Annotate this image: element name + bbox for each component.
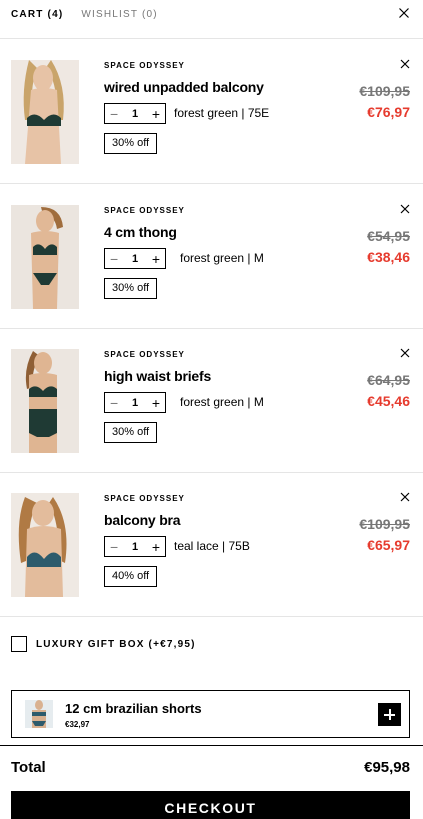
- upsell-image: [25, 700, 53, 728]
- original-price: €64,95: [367, 372, 410, 388]
- cart-tabs: CART (4) WISHLIST (0): [11, 9, 158, 21]
- upsell-price: €32,97: [65, 720, 90, 729]
- add-to-cart-button[interactable]: [378, 703, 401, 726]
- product-image[interactable]: [11, 205, 79, 309]
- quantity-value[interactable]: 1: [132, 397, 138, 409]
- cart-item: SPACE ODYSSEY wired unpadded balcony − 1…: [0, 39, 423, 184]
- divider: [0, 745, 423, 746]
- tab-cart[interactable]: CART (4): [11, 9, 63, 21]
- product-name[interactable]: balcony bra: [104, 512, 181, 528]
- cart-item: SPACE ODYSSEY 4 cm thong − 1 + forest gr…: [0, 184, 423, 329]
- original-price: €109,95: [359, 83, 410, 99]
- remove-item-icon[interactable]: [400, 59, 410, 69]
- discount-badge: 40% off: [104, 566, 158, 587]
- product-brand: SPACE ODYSSEY: [104, 350, 185, 359]
- quantity-stepper: − 1 +: [104, 248, 166, 269]
- decrease-button[interactable]: −: [110, 107, 118, 121]
- gift-box-checkbox[interactable]: [11, 636, 27, 652]
- product-variant: forest green | M: [180, 395, 264, 409]
- cart-item: SPACE ODYSSEY balcony bra − 1 + teal lac…: [0, 472, 423, 617]
- product-brand: SPACE ODYSSEY: [104, 61, 185, 70]
- increase-button[interactable]: +: [152, 540, 160, 554]
- increase-button[interactable]: +: [152, 107, 160, 121]
- product-name[interactable]: wired unpadded balcony: [104, 79, 264, 95]
- original-price: €54,95: [367, 228, 410, 244]
- product-name[interactable]: 4 cm thong: [104, 224, 177, 240]
- sale-price: €45,46: [367, 393, 410, 409]
- remove-item-icon[interactable]: [400, 492, 410, 502]
- gift-box-option[interactable]: LUXURY GIFT BOX (+€7,95): [11, 636, 196, 652]
- product-brand: SPACE ODYSSEY: [104, 494, 185, 503]
- discount-badge: 30% off: [104, 278, 158, 299]
- sale-price: €65,97: [367, 537, 410, 553]
- sale-price: €38,46: [367, 249, 410, 265]
- model-photo: [11, 349, 79, 453]
- model-photo: [11, 205, 79, 309]
- decrease-button[interactable]: −: [110, 252, 118, 266]
- increase-button[interactable]: +: [152, 396, 160, 410]
- product-image[interactable]: [11, 349, 79, 453]
- decrease-button[interactable]: −: [110, 540, 118, 554]
- decrease-button[interactable]: −: [110, 396, 118, 410]
- close-icon[interactable]: [398, 7, 410, 19]
- gift-box-label: LUXURY GIFT BOX (+€7,95): [36, 638, 196, 650]
- quantity-stepper: − 1 +: [104, 103, 166, 124]
- discount-badge: 30% off: [104, 133, 158, 154]
- checkout-button[interactable]: CHECKOUT: [11, 791, 410, 819]
- total-value: €95,98: [364, 759, 410, 776]
- product-variant: forest green | M: [180, 251, 264, 265]
- upsell-name: 12 cm brazilian shorts: [65, 701, 202, 716]
- quantity-value[interactable]: 1: [132, 253, 138, 265]
- model-photo: [25, 700, 53, 728]
- product-variant: teal lace | 75B: [174, 539, 250, 553]
- quantity-stepper: − 1 +: [104, 392, 166, 413]
- product-name[interactable]: high waist briefs: [104, 368, 211, 384]
- product-image[interactable]: [11, 60, 79, 164]
- product-brand: SPACE ODYSSEY: [104, 206, 185, 215]
- upsell-card[interactable]: 12 cm brazilian shorts €32,97: [11, 690, 410, 738]
- total-label: Total: [11, 759, 46, 776]
- product-variant: forest green | 75E: [174, 106, 270, 120]
- original-price: €109,95: [359, 516, 410, 532]
- discount-badge: 30% off: [104, 422, 158, 443]
- product-image[interactable]: [11, 493, 79, 597]
- sale-price: €76,97: [367, 104, 410, 120]
- model-photo: [11, 493, 79, 597]
- tab-wishlist[interactable]: WISHLIST (0): [81, 9, 157, 21]
- quantity-stepper: − 1 +: [104, 536, 166, 557]
- cart-item: SPACE ODYSSEY high waist briefs − 1 + fo…: [0, 328, 423, 473]
- quantity-value[interactable]: 1: [132, 108, 138, 120]
- quantity-value[interactable]: 1: [132, 541, 138, 553]
- remove-item-icon[interactable]: [400, 348, 410, 358]
- remove-item-icon[interactable]: [400, 204, 410, 214]
- model-photo: [11, 60, 79, 164]
- increase-button[interactable]: +: [152, 252, 160, 266]
